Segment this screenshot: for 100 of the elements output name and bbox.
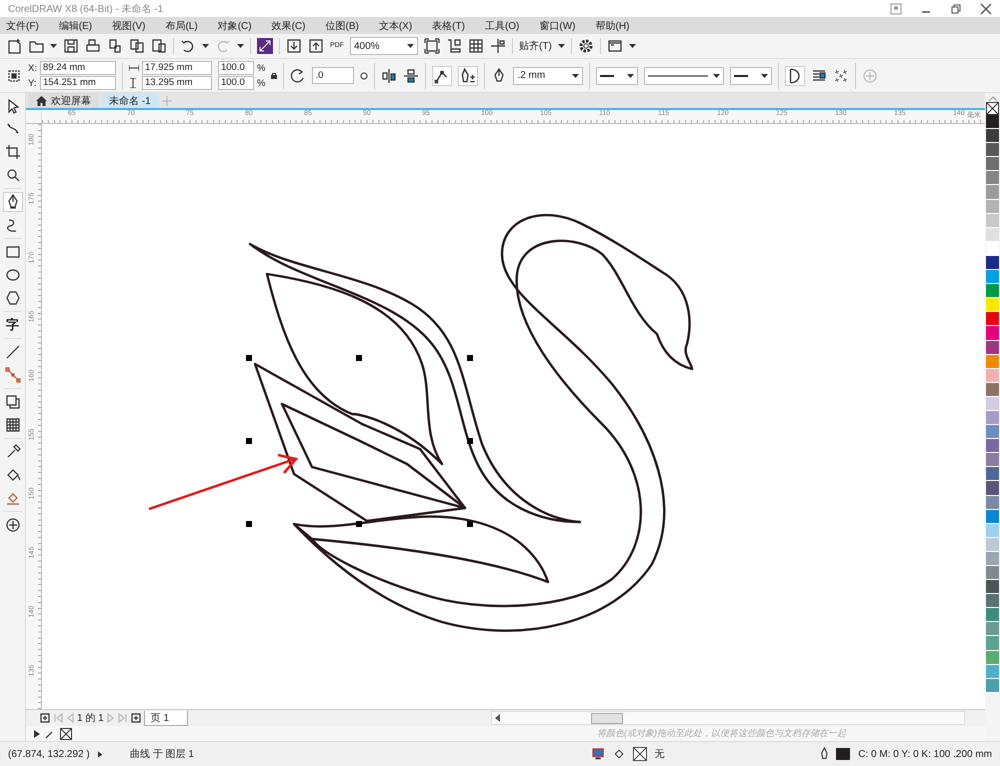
color-swatch[interactable] xyxy=(986,622,999,636)
caret-icon[interactable] xyxy=(558,44,565,48)
selection-handles[interactable] xyxy=(246,355,473,527)
page-tab[interactable]: 页 1 xyxy=(144,710,188,726)
color-swatch[interactable] xyxy=(986,256,999,270)
end-arrowhead-dropdown[interactable] xyxy=(730,66,772,84)
y-position-field[interactable]: 154.251 mm xyxy=(40,76,116,90)
menu-item[interactable]: 编辑(E) xyxy=(58,18,92,32)
pen-settings-icon[interactable] xyxy=(458,66,478,86)
scale-y-field[interactable]: 100.0 xyxy=(218,76,254,90)
caret-icon[interactable] xyxy=(628,44,636,48)
zoom-level-dropdown[interactable]: 400% xyxy=(350,37,418,55)
undo-icon[interactable] xyxy=(180,38,196,54)
color-profile-icon[interactable] xyxy=(592,747,605,761)
full-screen-icon[interactable] xyxy=(424,38,440,54)
color-swatch[interactable] xyxy=(986,580,999,594)
mirror-vertical-icon[interactable] xyxy=(403,68,420,84)
menu-item[interactable]: 帮助(H) xyxy=(596,18,630,32)
color-swatch[interactable] xyxy=(986,496,999,510)
window-layout-icon[interactable] xyxy=(606,38,623,54)
color-swatch[interactable] xyxy=(986,326,999,340)
scale-x-field[interactable]: 100.0 xyxy=(218,61,254,75)
lock-icon[interactable] xyxy=(271,72,278,79)
expand-icon[interactable] xyxy=(98,750,102,758)
color-swatch[interactable] xyxy=(986,157,999,172)
close-curve-icon[interactable] xyxy=(785,66,806,86)
color-swatch[interactable] xyxy=(986,678,999,693)
menu-item[interactable]: 对象(C) xyxy=(218,18,252,32)
color-swatch[interactable] xyxy=(986,185,999,200)
color-swatch[interactable] xyxy=(986,368,999,383)
tool-button[interactable]: 字 xyxy=(2,315,22,335)
height-field[interactable]: 13.295 mm xyxy=(142,76,212,90)
app-launcher-icon[interactable] xyxy=(257,38,273,54)
color-swatch[interactable] xyxy=(986,298,999,312)
x-position-field[interactable]: 89.24 mm xyxy=(40,61,116,75)
expand-icon[interactable] xyxy=(34,730,40,738)
add-page-icon[interactable] xyxy=(130,713,141,723)
color-swatch[interactable] xyxy=(986,538,999,552)
color-swatch[interactable] xyxy=(986,340,999,355)
color-swatch[interactable] xyxy=(986,214,999,228)
start-arrowhead-dropdown[interactable] xyxy=(596,66,638,84)
caret-icon[interactable] xyxy=(50,44,57,48)
caret-icon[interactable] xyxy=(202,44,209,48)
color-swatch[interactable] xyxy=(986,242,999,256)
scrollbar-thumb[interactable] xyxy=(591,712,624,724)
color-swatch[interactable] xyxy=(986,594,999,608)
color-swatch[interactable] xyxy=(986,228,999,242)
settings-icon[interactable] xyxy=(578,38,594,54)
color-swatch[interactable] xyxy=(986,143,999,158)
menu-item[interactable]: 位图(B) xyxy=(325,18,359,32)
no-color-swatch[interactable] xyxy=(986,102,999,115)
wrap-text-icon[interactable] xyxy=(811,68,828,84)
color-swatch[interactable] xyxy=(986,439,999,454)
color-swatch[interactable] xyxy=(986,510,999,524)
document-icon[interactable] xyxy=(107,38,123,54)
grid-icon[interactable] xyxy=(468,38,484,54)
menu-item[interactable]: 文本(X) xyxy=(378,18,412,32)
color-swatch[interactable] xyxy=(986,115,999,130)
scroll-left-icon[interactable] xyxy=(495,714,502,722)
paste-icon[interactable] xyxy=(151,38,167,54)
color-swatch[interactable] xyxy=(986,410,999,426)
color-swatch[interactable] xyxy=(986,129,999,144)
caret-icon[interactable] xyxy=(237,44,244,48)
new-document-icon[interactable] xyxy=(6,38,22,54)
color-swatch[interactable] xyxy=(986,664,999,679)
snap-dropdown[interactable]: 贴齐(T) xyxy=(519,39,552,53)
color-swatch[interactable] xyxy=(986,608,999,622)
color-swatch[interactable] xyxy=(986,566,999,580)
menu-item[interactable]: 布局(L) xyxy=(165,18,198,32)
color-swatch[interactable] xyxy=(986,200,999,214)
document-tab[interactable]: 未命名 -1 xyxy=(101,93,159,108)
print-icon[interactable] xyxy=(85,38,101,54)
color-swatch[interactable] xyxy=(986,284,999,298)
save-icon[interactable] xyxy=(63,38,79,54)
menu-item[interactable]: 表格(T) xyxy=(432,18,465,32)
color-swatch[interactable] xyxy=(986,382,999,397)
horizontal-scrollbar[interactable] xyxy=(491,711,965,725)
rotation-angle-field[interactable]: .0 xyxy=(312,67,354,84)
color-swatch[interactable] xyxy=(986,396,999,411)
account-icon[interactable] xyxy=(890,2,902,14)
copy-icon[interactable] xyxy=(129,38,145,54)
color-swatch[interactable] xyxy=(986,636,999,651)
object-origin-icon[interactable] xyxy=(6,68,22,84)
menu-item[interactable]: 窗口(W) xyxy=(539,18,576,32)
restore-icon[interactable] xyxy=(950,2,962,14)
menu-item[interactable]: 工具(O) xyxy=(484,18,520,32)
no-color-swatch[interactable] xyxy=(60,728,72,740)
mirror-horizontal-icon[interactable] xyxy=(381,68,398,84)
color-swatch[interactable] xyxy=(986,425,999,440)
color-swatch[interactable] xyxy=(986,453,999,468)
line-style-dropdown[interactable] xyxy=(644,66,724,84)
color-swatch[interactable] xyxy=(986,312,999,326)
tool-button[interactable] xyxy=(2,192,22,212)
menu-item[interactable]: 文件(F) xyxy=(6,18,39,32)
outline-width-dropdown[interactable]: .2 mm xyxy=(513,66,584,84)
document-tab[interactable]: 欢迎屏幕 xyxy=(28,93,99,108)
color-swatch[interactable] xyxy=(986,650,999,665)
color-swatch[interactable] xyxy=(986,270,999,284)
color-swatch[interactable] xyxy=(986,467,999,482)
menu-item[interactable]: 视图(V) xyxy=(112,18,146,32)
